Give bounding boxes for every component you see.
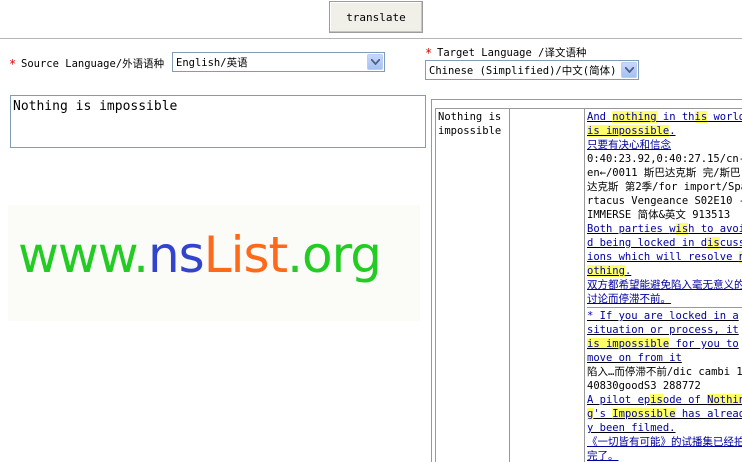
target-language-label: Target Language /译文语种	[437, 47, 587, 59]
source-language-select[interactable]: English/英语	[172, 52, 385, 72]
example-chinese-link[interactable]: 只要有决心和信念	[587, 138, 742, 152]
example-english-link[interactable]: And nothing in this world is impossible.	[587, 110, 742, 138]
target-language-value: Chinese (Simplified)/中文(简体)	[429, 65, 617, 77]
chevron-down-icon[interactable]	[621, 62, 637, 78]
example-english-link[interactable]: Both parties wish to avoid being locked …	[587, 222, 742, 278]
header-divider	[0, 38, 742, 39]
target-required-mark: *	[425, 46, 433, 60]
source-sentence-cell: Nothing is impossible	[438, 111, 502, 137]
example-entry: Both parties wish to avoid being locked …	[587, 222, 742, 308]
entry-divider	[587, 307, 742, 308]
example-chinese-link[interactable]: 双方都希望能避免陷入毫无意义的讨论而停滞不前。	[587, 278, 742, 306]
example-chinese-link[interactable]: 《一切皆有可能》的试播集已经拍完了。	[587, 435, 742, 462]
example-entry: * If you are locked in a situation or pr…	[587, 309, 742, 393]
nslist-banner[interactable]: www.nsList.org	[8, 205, 420, 321]
example-english-link[interactable]: * If you are locked in a situation or pr…	[587, 309, 742, 365]
chevron-down-icon[interactable]	[367, 54, 383, 70]
source-text-input[interactable]: Nothing is impossible	[10, 95, 426, 148]
source-language-label: Source Language/外语语种	[21, 58, 165, 70]
nslist-logo: www.nsList.org	[18, 226, 382, 284]
results-table: Nothing is impossible And nothing in thi…	[431, 99, 742, 462]
target-language-select[interactable]: Chinese (Simplified)/中文(简体)	[425, 60, 639, 80]
source-language-value: English/英语	[176, 57, 248, 69]
example-entry: And nothing in this world is impossible.…	[587, 110, 742, 222]
example-sentences-cell: And nothing in this world is impossible.…	[587, 110, 742, 462]
source-required-mark: *	[9, 57, 17, 71]
example-source-meta: 0:40:23.92,0:40:27.15/cn-en←/0011 斯巴达克斯 …	[587, 153, 742, 221]
translate-button[interactable]: translate	[329, 1, 423, 33]
results-row: Nothing is impossible And nothing in thi…	[435, 108, 742, 462]
example-entry: A pilot episode of Nothing's Impossible …	[587, 393, 742, 462]
example-english-link[interactable]: A pilot episode of Nothing's Impossible …	[587, 393, 742, 435]
example-source-meta: 陷入…而停滞不前/dic cambi 140830goodS3 288772	[587, 366, 742, 392]
